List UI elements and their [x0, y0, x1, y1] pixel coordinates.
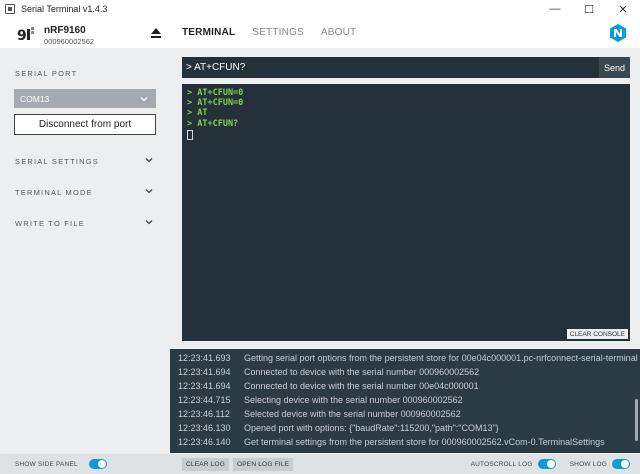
- send-button[interactable]: Send: [599, 57, 630, 78]
- maximize-button[interactable]: ☐: [572, 0, 606, 18]
- log-message: Opened port with options: {"baudRate":11…: [244, 423, 499, 433]
- chevron-down-icon: [145, 189, 153, 194]
- main-nav-tabs: TERMINAL SETTINGS ABOUT: [182, 27, 373, 38]
- terminal-main: Send > AT+CFUN=0 > AT+CFUN=0 > AT > AT+C…: [170, 48, 640, 474]
- log-message: Connected to device with the serial numb…: [244, 381, 479, 391]
- log-timestamp: 12:23:41.694: [178, 381, 231, 391]
- console-line: > AT: [187, 108, 208, 119]
- disconnect-button[interactable]: Disconnect from port: [14, 114, 156, 135]
- clear-log-button[interactable]: CLEAR LOG: [182, 457, 230, 471]
- log-entry: 12:23:44.715 Selecting device with the s…: [178, 393, 638, 407]
- log-timestamp: 12:23:46.112: [178, 409, 230, 419]
- log-message: Selected device with the serial number 0…: [244, 409, 461, 419]
- eject-icon[interactable]: [151, 28, 161, 38]
- open-log-file-button[interactable]: OPEN LOG FILE: [233, 457, 294, 471]
- log-entry: 12:23:41.694 Connected to device with th…: [178, 379, 638, 393]
- log-timestamp: 12:23:41.693: [178, 353, 231, 363]
- command-input[interactable]: [182, 57, 599, 78]
- minimize-button[interactable]: —: [538, 0, 572, 18]
- log-message: Get terminal settings from the persisten…: [244, 437, 605, 447]
- serial-port-value: COM13: [20, 93, 50, 104]
- autoscroll-log-toggle[interactable]: [537, 459, 556, 469]
- log-message: Connected to device with the serial numb…: [244, 367, 480, 377]
- log-timestamp: 12:23:46.140: [178, 437, 231, 447]
- command-bar: Send: [182, 57, 630, 78]
- log-scrollbar[interactable]: [635, 399, 638, 441]
- log-panel[interactable]: 12:23:41.693 Getting serial port options…: [170, 349, 640, 453]
- show-side-panel-toggle[interactable]: [88, 459, 107, 469]
- side-panel-footer: SHOW SIDE PANEL: [0, 454, 170, 474]
- side-panel: SERIAL PORT COM13 Disconnect from port S…: [0, 48, 170, 474]
- log-timestamp: 12:23:41.694: [178, 367, 231, 377]
- console-cursor: [187, 129, 193, 140]
- window-controls: — ☐ ✕: [538, 0, 640, 18]
- autoscroll-log-label: AUTOSCROLL LOG: [470, 460, 533, 468]
- device-name: nRF9160: [44, 25, 86, 36]
- console-line: > AT+CFUN=0: [187, 88, 244, 98]
- log-entry: 12:23:46.130 Opened port with options: {…: [178, 421, 638, 435]
- log-timestamp: 12:23:46.130: [178, 423, 231, 433]
- section-label: TERMINAL MODE: [15, 188, 93, 197]
- tab-settings[interactable]: SETTINGS: [252, 27, 304, 38]
- log-toggles: AUTOSCROLL LOG SHOW LOG: [471, 459, 630, 469]
- terminal-console[interactable]: > AT+CFUN=0 > AT+CFUN=0 > AT > AT+CFUN? …: [182, 84, 630, 341]
- log-entry: 12:23:46.140 Get terminal settings from …: [178, 435, 638, 449]
- chevron-down-icon: [145, 220, 153, 225]
- svg-text:9: 9: [17, 28, 27, 42]
- show-log-label: SHOW LOG: [569, 460, 607, 468]
- tab-terminal[interactable]: TERMINAL: [182, 27, 235, 38]
- app-icon: [5, 4, 15, 14]
- log-list: 12:23:41.693 Getting serial port options…: [178, 351, 638, 449]
- log-entry: 12:23:46.112 Selected device with the se…: [178, 407, 638, 421]
- log-toolbar: CLEAR LOG OPEN LOG FILE AUTOSCROLL LOG S…: [170, 454, 640, 474]
- nordic-logo-icon: [610, 24, 626, 42]
- show-log-toggle[interactable]: [612, 459, 630, 469]
- tab-about[interactable]: ABOUT: [321, 27, 356, 38]
- console-output: > AT+CFUN=0 > AT+CFUN=0 > AT > AT+CFUN?: [187, 88, 243, 140]
- app-header: 9 nRF9160 000960002562 TERMINAL SETTINGS…: [0, 18, 640, 48]
- section-label: WRITE TO FILE: [15, 219, 85, 228]
- section-label: SERIAL SETTINGS: [15, 157, 99, 166]
- serial-port-heading: SERIAL PORT: [15, 69, 78, 78]
- title-bar: Serial Terminal v1.4.3 — ☐ ✕: [0, 0, 640, 18]
- log-message: Getting serial port options from the per…: [244, 353, 638, 363]
- log-message: Selecting device with the serial number …: [244, 395, 463, 405]
- close-button[interactable]: ✕: [606, 0, 640, 18]
- nrf91-device-icon: 9: [17, 27, 34, 42]
- window-title: Serial Terminal v1.4.3: [21, 4, 108, 14]
- console-line: > AT+CFUN?: [187, 118, 239, 129]
- show-side-panel-label: SHOW SIDE PANEL: [15, 460, 78, 468]
- serial-port-select[interactable]: COM13: [14, 89, 156, 108]
- device-serial-number: 000960002562: [44, 37, 95, 46]
- chevron-down-icon: [140, 97, 148, 102]
- console-line: > AT+CFUN=0: [187, 98, 244, 109]
- log-timestamp: 12:23:44.715: [178, 395, 231, 405]
- log-entry: 12:23:41.694 Connected to device with th…: [178, 365, 638, 379]
- chevron-down-icon: [145, 158, 153, 163]
- clear-console-button[interactable]: CLEAR CONSOLE: [566, 329, 628, 339]
- log-entry: 12:23:41.693 Getting serial port options…: [178, 351, 638, 365]
